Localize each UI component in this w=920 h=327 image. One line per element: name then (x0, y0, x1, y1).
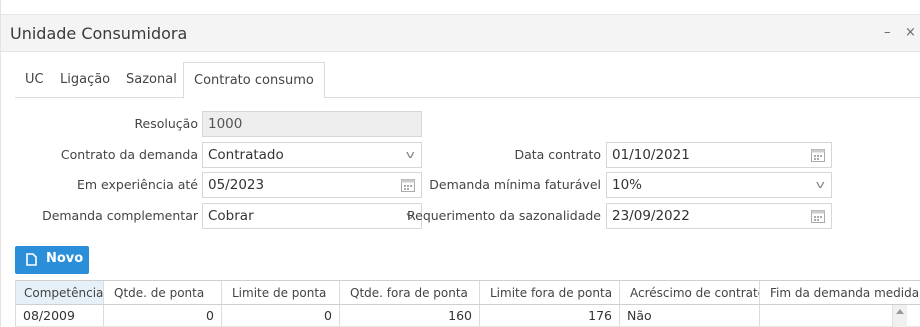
tab-contrato-consumo[interactable]: Contrato consumo (183, 62, 325, 99)
column-header-qtde-fora-ponta[interactable]: Qtde. fora de ponta (339, 280, 480, 305)
table-row[interactable]: 08/2009 0 0 160 176 Não (15, 304, 920, 327)
requerimento-sazonalidade-label: Requerimento da sazonalidade (407, 208, 601, 223)
novo-button[interactable]: Novo (15, 246, 89, 274)
column-header-limite-ponta[interactable]: Limite de ponta (221, 280, 340, 305)
cell-qtde-ponta: 0 (103, 304, 222, 327)
cell-limite-ponta: 0 (221, 304, 340, 327)
resolucao-label: Resolução (134, 116, 198, 131)
requerimento-sazonalidade-value: 23/09/2022 (612, 208, 690, 224)
tab-sazonal[interactable]: Sazonal (126, 62, 177, 98)
dialog-window: Unidade Consumidora – × UC Ligação Sazon… (0, 0, 920, 327)
requerimento-sazonalidade-field[interactable]: 23/09/2022 (606, 203, 832, 229)
chevron-down-icon: v (816, 178, 826, 191)
tab-ligacao[interactable]: Ligação (60, 62, 110, 98)
scroll-up-icon[interactable] (896, 309, 904, 314)
grid-header-row: Competência^ Qtde. de ponta Limite de po… (15, 280, 920, 305)
demanda-complementar-label: Demanda complementar (42, 208, 198, 223)
contracts-grid: Competência^ Qtde. de ponta Limite de po… (15, 280, 920, 327)
column-header-acrescimo-contrato[interactable]: Acréscimo de contrato (619, 280, 760, 305)
grid-scrollbar[interactable] (892, 305, 907, 327)
novo-button-label: Novo (46, 251, 84, 266)
document-icon (26, 253, 37, 266)
contrato-demanda-select[interactable]: Contratado v (202, 142, 422, 168)
data-contrato-label: Data contrato (514, 147, 601, 162)
contrato-demanda-value: Contratado (208, 147, 284, 163)
contrato-demanda-label: Contrato da demanda (60, 147, 198, 162)
calendar-icon[interactable] (811, 209, 825, 223)
cell-competencia: 08/2009 (15, 304, 104, 327)
demanda-complementar-select[interactable]: Cobrar v (202, 203, 422, 229)
column-header-fim-demanda-medida[interactable]: Fim da demanda medida (759, 280, 920, 305)
cell-acrescimo-contrato: Não (619, 304, 760, 327)
data-contrato-value: 01/10/2021 (612, 147, 690, 163)
demanda-minima-label: Demanda mínima faturável (429, 177, 601, 192)
data-contrato-field[interactable]: 01/10/2021 (606, 142, 832, 168)
demanda-minima-select[interactable]: 10% v (606, 172, 832, 198)
column-header-limite-fora-ponta[interactable]: Limite fora de ponta (479, 280, 620, 305)
column-header-competencia[interactable]: Competência^ (15, 280, 104, 305)
tab-bar: UC Ligação Sazonal Contrato consumo (15, 62, 920, 99)
close-button[interactable]: × (905, 26, 916, 40)
calendar-icon[interactable] (401, 178, 415, 192)
demanda-minima-value: 10% (612, 177, 643, 193)
resolucao-field: 1000 (202, 111, 422, 137)
resolucao-value: 1000 (208, 116, 243, 132)
em-experiencia-value: 05/2023 (208, 177, 265, 193)
demanda-complementar-value: Cobrar (208, 208, 254, 224)
minimize-button[interactable]: – (884, 26, 891, 40)
chevron-down-icon: v (406, 148, 416, 161)
em-experiencia-label: Em experiência até (77, 177, 198, 192)
cell-limite-fora-ponta: 176 (479, 304, 620, 327)
cell-qtde-fora-ponta: 160 (339, 304, 480, 327)
column-header-qtde-ponta[interactable]: Qtde. de ponta (103, 280, 222, 305)
window-title: Unidade Consumidora (10, 24, 188, 43)
tab-uc[interactable]: UC (25, 62, 44, 98)
calendar-icon[interactable] (811, 148, 825, 162)
em-experiencia-field[interactable]: 05/2023 (202, 172, 422, 198)
title-bar: Unidade Consumidora – × (1, 14, 920, 52)
